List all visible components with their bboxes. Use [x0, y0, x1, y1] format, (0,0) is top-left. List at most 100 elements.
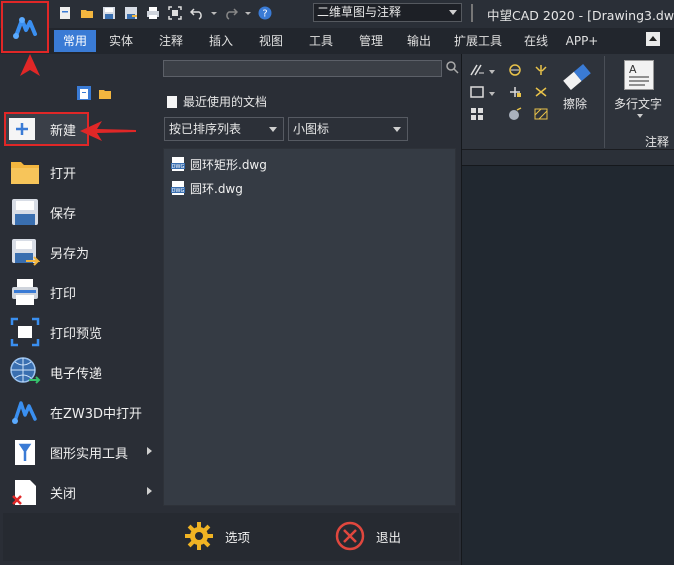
menu-item-drawing-utilities[interactable]: 图形实用工具 [3, 432, 160, 472]
menu-item-print-preview[interactable]: 打印预览 [3, 312, 160, 352]
tab-manage[interactable]: 管理 [346, 30, 396, 52]
multiline-text-label[interactable]: 多行文字 [614, 95, 662, 112]
recent-docs-title: 最近使用的文档 [183, 95, 268, 109]
save-icon [8, 195, 42, 229]
chevron-right-icon [147, 447, 152, 455]
menu-item-label: 新建 [50, 123, 77, 139]
options-label: 选项 [225, 529, 251, 545]
qat-redo-dropdown-icon[interactable] [244, 4, 252, 22]
qat-open-icon[interactable] [78, 4, 96, 22]
options-button[interactable]: 选项 [183, 518, 250, 554]
menu-item-close[interactable]: 关闭 [3, 472, 160, 512]
tab-tools[interactable]: 工具 [296, 30, 346, 52]
exit-button[interactable]: 退出 [334, 518, 401, 554]
menu-item-label: 在ZW3D中打开 [50, 406, 143, 422]
annotation-group-label: 注释 [645, 135, 670, 149]
help-icon[interactable]: ? [256, 4, 274, 22]
menu-item-new[interactable]: 新建 [4, 112, 89, 146]
recent-file-item[interactable]: DWG 圆环矩形.dwg [170, 154, 267, 174]
tab-view[interactable]: 视图 [246, 30, 296, 52]
tab-insert[interactable]: 插入 [196, 30, 246, 52]
quick-access-toolbar: ? [56, 3, 274, 23]
tab-extension-tools[interactable]: 扩展工具 [442, 30, 514, 52]
application-menu-button[interactable] [1, 1, 49, 53]
qat-saveas-icon[interactable] [122, 4, 140, 22]
window-title: 中望CAD 2020 - [Drawing3.dwg] [487, 8, 674, 23]
close-doc-icon [8, 475, 42, 509]
menu-item-label: 打开 [50, 166, 77, 182]
menu-item-save[interactable]: 保存 [3, 192, 160, 232]
qat-undo-icon[interactable] [188, 4, 206, 22]
explode-icon[interactable] [506, 106, 524, 122]
zw3d-icon [8, 395, 42, 429]
move-icon[interactable] [506, 84, 524, 100]
menu-item-etransmit[interactable]: 电子传递 [3, 352, 160, 392]
qat-redo-icon[interactable] [222, 4, 240, 22]
tab-home[interactable]: 常用 [54, 30, 96, 52]
workspace-select-value: 二维草图与注释 [317, 5, 402, 19]
recent-files-list: DWG 圆环矩形.dwg DWG 圆环.dwg [163, 148, 456, 506]
mirror-icon[interactable] [532, 62, 550, 78]
etransmit-icon [8, 355, 42, 389]
sort-order-select[interactable]: 按已排序列表 [164, 117, 284, 141]
menu-item-save-as[interactable]: 另存为 [3, 232, 160, 272]
qat-print-icon[interactable] [144, 4, 162, 22]
svg-text:DWG: DWG [172, 164, 185, 170]
qat-undo-dropdown-icon[interactable] [210, 4, 218, 22]
menu-item-open-in-zw3d[interactable]: 在ZW3D中打开 [3, 392, 160, 432]
menu-item-label: 图形实用工具 [50, 446, 129, 462]
erase-button-label[interactable]: 擦除 [563, 95, 587, 112]
menu-item-label: 另存为 [50, 246, 90, 262]
gear-icon [185, 522, 213, 550]
recent-docs-header: 最近使用的文档 [165, 93, 267, 110]
annotation-arrow-up [20, 54, 40, 76]
drawing-canvas[interactable] [462, 150, 674, 565]
multiline-text-icon[interactable]: A [624, 60, 654, 90]
minimize-ribbon-icon[interactable] [646, 32, 660, 46]
chevron-down-icon[interactable] [487, 86, 497, 102]
icon-size-select[interactable]: 小图标 [288, 117, 408, 141]
grid-icon[interactable] [468, 106, 486, 122]
menu-item-print[interactable]: 打印 [3, 272, 160, 312]
svg-text:DWG: DWG [172, 188, 185, 194]
workspace-select[interactable]: 二维草图与注释 [313, 3, 462, 22]
tab-app-plus[interactable]: APP+ [558, 30, 606, 52]
rotate-icon[interactable] [506, 62, 524, 78]
menu-item-open[interactable]: 打开 [3, 152, 160, 192]
open-docs-view-icon[interactable] [98, 86, 112, 100]
print-icon [8, 275, 42, 309]
qat-zoom-extents-icon[interactable] [166, 4, 184, 22]
tab-output[interactable]: 输出 [396, 30, 442, 52]
menu-item-label: 关闭 [50, 486, 77, 502]
rectangle-icon[interactable] [468, 84, 486, 100]
trim-icon[interactable] [532, 84, 550, 100]
menu-item-label: 打印 [50, 286, 77, 302]
zwcad-logo-icon [13, 17, 37, 39]
recent-file-name: 圆环.dwg [190, 181, 243, 196]
new-icon [8, 115, 36, 143]
app-menu-commands: 新建 打开 保存 另存为 打印 打印预览 电子传递 在ZW3D中打开 图形实用工… [3, 108, 160, 512]
icon-size-value: 小图标 [293, 122, 330, 136]
chevron-down-icon[interactable] [637, 114, 643, 118]
chevron-down-icon[interactable] [487, 64, 497, 80]
tab-annotate[interactable]: 注释 [146, 30, 196, 52]
tab-solid[interactable]: 实体 [96, 30, 146, 52]
recent-file-item[interactable]: DWG 圆环.dwg [170, 178, 243, 198]
offset-icon[interactable] [468, 62, 486, 78]
qat-new-icon[interactable] [56, 4, 74, 22]
search-icon[interactable] [445, 60, 459, 74]
menu-search-input[interactable] [163, 60, 442, 77]
eraser-icon[interactable] [560, 60, 594, 94]
recent-docs-view-icon[interactable] [77, 86, 91, 100]
document-icon [167, 95, 177, 108]
save-as-icon [8, 235, 42, 269]
qat-save-icon[interactable] [100, 4, 118, 22]
tab-online[interactable]: 在线 [514, 30, 558, 52]
annotation-arrow-left [80, 121, 136, 141]
menu-item-label: 保存 [50, 206, 77, 222]
print-preview-icon [8, 315, 42, 349]
chevron-down-icon [393, 127, 401, 132]
sort-order-value: 按已排序列表 [169, 122, 242, 136]
exit-label: 退出 [376, 529, 402, 545]
hatch-icon[interactable] [532, 106, 550, 122]
